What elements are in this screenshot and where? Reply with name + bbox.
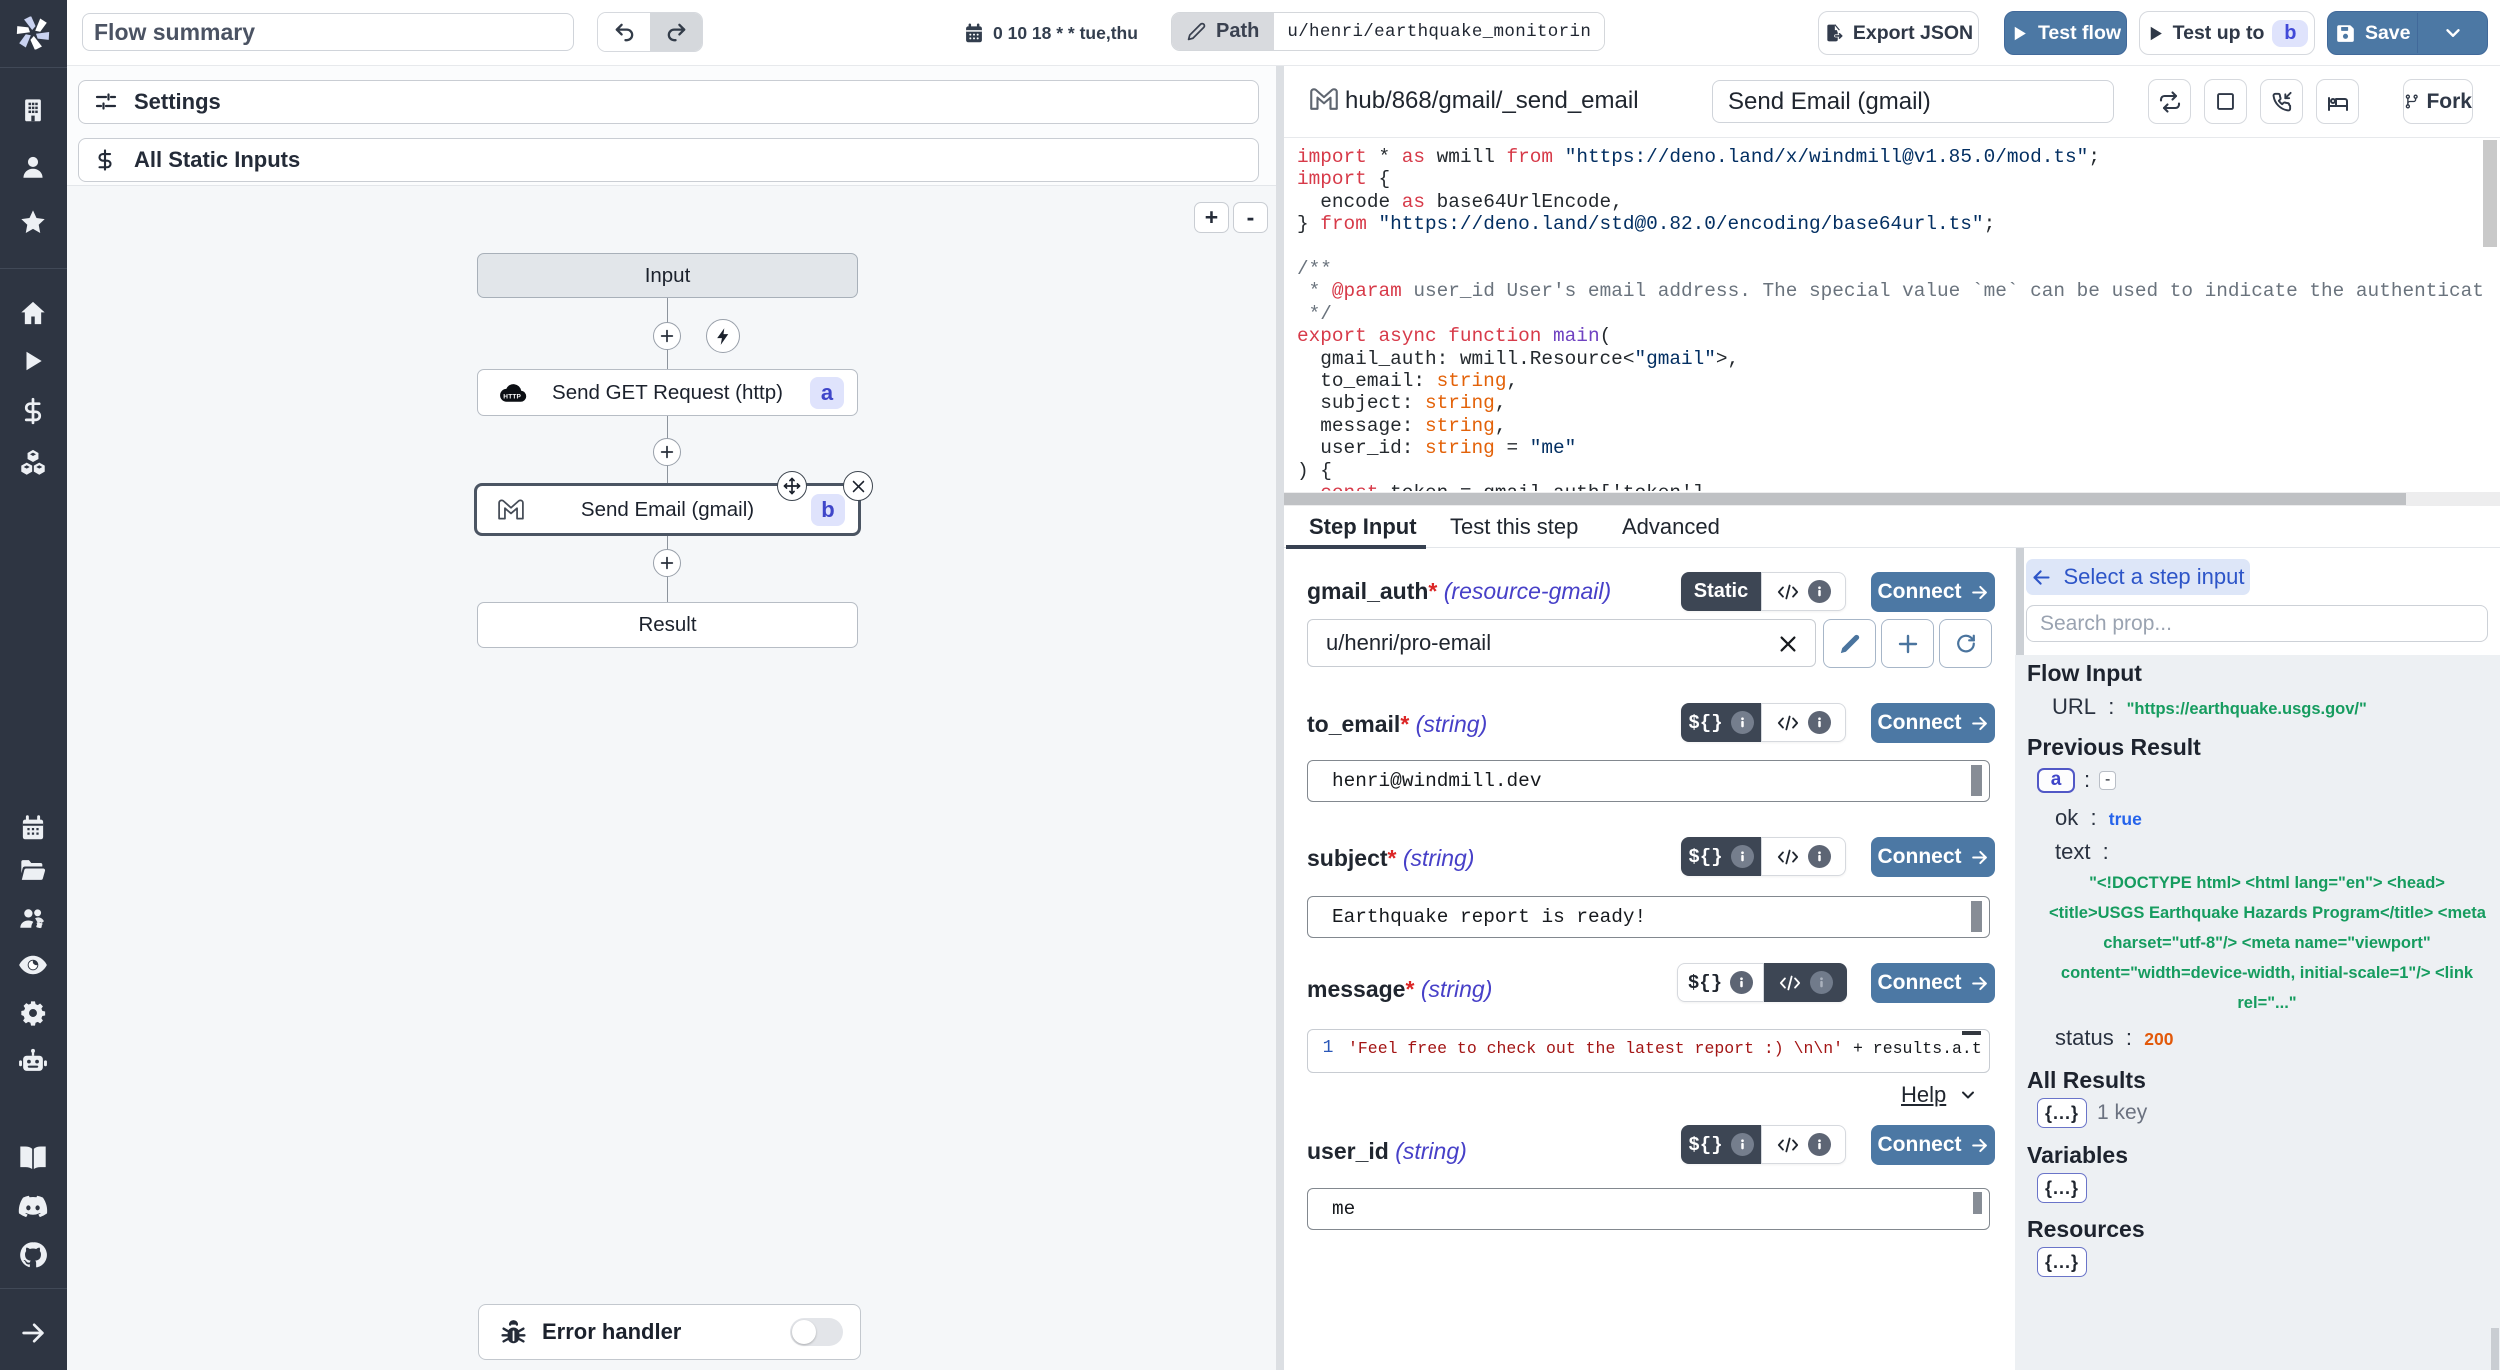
svg-text:HTTP: HTTP [503, 393, 521, 400]
